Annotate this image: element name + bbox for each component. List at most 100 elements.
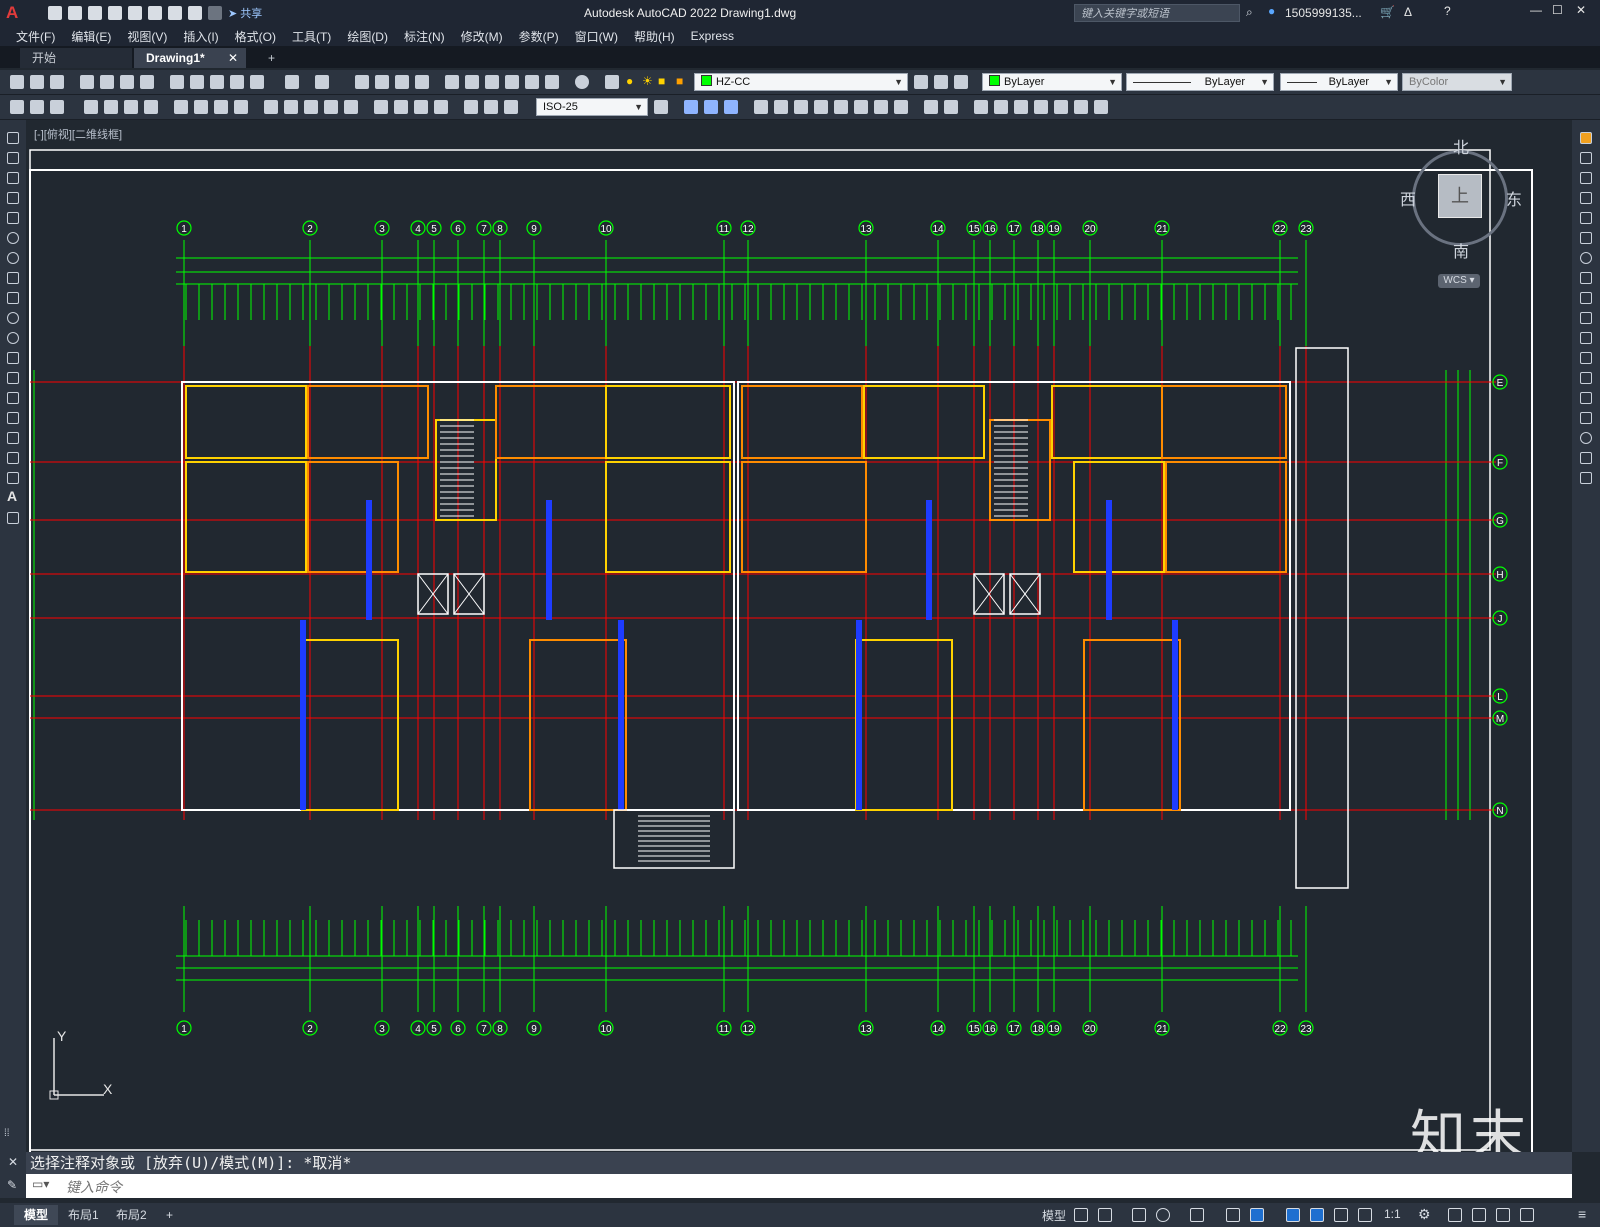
layout-tab-model[interactable]: 模型 [14, 1205, 59, 1225]
undo-icon[interactable] [285, 75, 299, 89]
customization-menu-icon[interactable]: ≡ [1578, 1206, 1586, 1222]
make-block-icon[interactable] [7, 372, 19, 384]
help-icon[interactable]: ? [1444, 4, 1451, 18]
dim-edit-icon[interactable] [464, 100, 478, 114]
stretch-icon[interactable] [1580, 292, 1592, 304]
markup-icon[interactable] [525, 75, 539, 89]
compass-east[interactable]: 东 [1506, 186, 1522, 210]
region-icon[interactable] [7, 452, 19, 464]
match-properties-icon[interactable] [230, 75, 244, 89]
copy-object-icon[interactable] [1580, 152, 1592, 164]
blend-curves-icon[interactable] [1580, 452, 1592, 464]
line-icon[interactable] [7, 132, 19, 144]
selection-cycling-icon[interactable] [1334, 1208, 1348, 1222]
customize-icon[interactable]: ✎ [7, 1178, 17, 1192]
revcloud-icon[interactable] [7, 272, 19, 284]
continue-icon[interactable] [304, 100, 318, 114]
ellipse-icon[interactable] [7, 312, 19, 324]
make-current-layer-icon[interactable] [914, 75, 928, 89]
save-to-web-icon[interactable] [148, 6, 162, 20]
jogged-icon[interactable] [194, 100, 208, 114]
compass-south[interactable]: 南 [1453, 238, 1469, 262]
mirror-icon[interactable] [1580, 172, 1592, 184]
circle-icon[interactable] [7, 252, 19, 264]
view-iso-icon[interactable] [1094, 100, 1108, 114]
layer-state-icon[interactable] [954, 75, 968, 89]
user-name[interactable]: 1505999135... [1285, 6, 1362, 20]
plot-preview-icon[interactable] [100, 75, 114, 89]
viewcube[interactable]: 上 北 南 西 东 [1400, 140, 1522, 261]
tolerance-icon[interactable] [374, 100, 388, 114]
open-from-web-icon[interactable] [128, 6, 142, 20]
radius-icon[interactable] [174, 100, 188, 114]
ucs-world-icon[interactable] [774, 100, 788, 114]
gradient-icon[interactable] [7, 432, 19, 444]
command-input[interactable] [64, 1176, 668, 1198]
view-left-icon[interactable] [1014, 100, 1028, 114]
cut-icon[interactable] [170, 75, 184, 89]
layout-tab-1[interactable]: 布局1 [58, 1205, 109, 1225]
grid-icon[interactable] [1074, 1208, 1088, 1222]
arc-icon[interactable] [7, 232, 19, 244]
break-icon[interactable] [1580, 372, 1592, 384]
solid-subtract-icon[interactable] [944, 100, 958, 114]
search-icon[interactable]: ⌕ [1246, 5, 1253, 20]
help-icon[interactable] [575, 75, 589, 89]
ellipse-arc-icon[interactable] [7, 332, 19, 344]
menu-parametric[interactable]: 参数(P) [519, 28, 559, 45]
block-editor-icon[interactable] [250, 75, 264, 89]
lineweight-icon[interactable] [1286, 1208, 1300, 1222]
diameter-icon[interactable] [214, 100, 228, 114]
autocad-logo-icon[interactable]: A [6, 3, 18, 23]
layer-properties-icon[interactable] [605, 75, 619, 89]
properties-icon[interactable] [445, 75, 459, 89]
ortho-icon[interactable] [1132, 1208, 1146, 1222]
model-space-toggle[interactable]: 模型 [1042, 1207, 1066, 1224]
3d-box-icon[interactable] [684, 100, 698, 114]
move-icon[interactable] [1580, 232, 1592, 244]
menu-edit[interactable]: 编辑(E) [71, 28, 111, 45]
menu-insert[interactable]: 插入(I) [183, 28, 218, 45]
save-icon[interactable] [50, 75, 64, 89]
offset-icon[interactable] [1580, 192, 1592, 204]
text-icon[interactable]: A [7, 488, 17, 504]
share-button[interactable]: ➤ 共享 [228, 5, 262, 21]
paste-icon[interactable] [210, 75, 224, 89]
layer-previous-icon[interactable] [934, 75, 948, 89]
color-dropdown[interactable]: ByLayer ▼ [982, 73, 1122, 91]
jogged-linear-icon[interactable] [434, 100, 448, 114]
dim-space-icon[interactable] [324, 100, 338, 114]
menu-express[interactable]: Express [691, 29, 734, 43]
annotation-monitor-icon[interactable] [1448, 1208, 1462, 1222]
rectangle-icon[interactable] [7, 212, 19, 224]
workspace-gear-icon[interactable]: ⚙ [1418, 1206, 1431, 1223]
solid-union-icon[interactable] [924, 100, 938, 114]
layer-lock-icon[interactable]: ■ [658, 74, 665, 88]
snap-icon[interactable] [1098, 1208, 1112, 1222]
layer-lock-viewport-icon[interactable]: ■ [676, 74, 683, 88]
erase-icon[interactable] [1580, 132, 1592, 144]
tab-start[interactable]: 开始 [20, 48, 132, 68]
inspection-icon[interactable] [414, 100, 428, 114]
ucs-icon[interactable] [754, 100, 768, 114]
annotation-visibility-icon[interactable] [1358, 1208, 1372, 1222]
view-top-icon[interactable] [974, 100, 988, 114]
tool-palettes-icon[interactable] [485, 75, 499, 89]
dim-style-manager-icon[interactable] [654, 100, 668, 114]
spline-icon[interactable] [7, 292, 19, 304]
plot-icon[interactable] [168, 6, 182, 20]
quick-calc-icon[interactable] [545, 75, 559, 89]
close-tab-icon[interactable]: ✕ [228, 48, 238, 68]
isodraft-icon[interactable] [1190, 1208, 1204, 1222]
array-icon[interactable] [1580, 212, 1592, 224]
user-icon[interactable]: ● [1268, 4, 1275, 18]
compass-north[interactable]: 北 [1453, 134, 1469, 158]
ucs-previous-icon[interactable] [794, 100, 808, 114]
3d-print-icon[interactable] [140, 75, 154, 89]
construction-line-icon[interactable] [7, 152, 19, 164]
compass-west[interactable]: 西 [1400, 186, 1416, 210]
menu-dimension[interactable]: 标注(N) [404, 28, 445, 45]
fillet-icon[interactable] [1580, 432, 1592, 444]
ucs-object-icon[interactable] [834, 100, 848, 114]
palette-grip-icon[interactable]: ⁞⁞ [4, 1128, 10, 1139]
